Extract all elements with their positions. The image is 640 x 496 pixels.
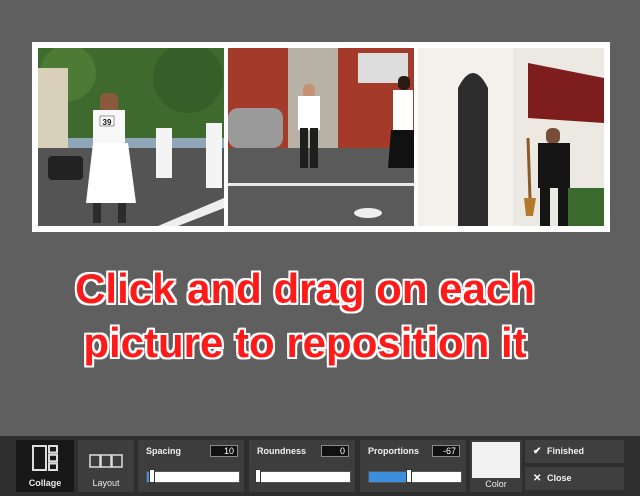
spacing-value-field[interactable]: 10 <box>210 445 238 457</box>
roundness-slider-thumb[interactable] <box>255 469 261 483</box>
proportions-control: Proportions -67 <box>360 440 466 492</box>
proportions-slider[interactable] <box>368 469 462 483</box>
collage-toolbar: Collage Layout Spacing 10 Roundness 0 Pr… <box>0 436 640 496</box>
finished-button[interactable]: ✔ Finished <box>525 440 624 463</box>
close-button[interactable]: ✕ Close <box>525 467 624 490</box>
layout-button-label: Layout <box>92 478 120 488</box>
spacing-slider-thumb[interactable] <box>148 469 155 483</box>
layout-button[interactable]: Layout <box>78 440 134 492</box>
roundness-control: Roundness 0 <box>249 440 355 492</box>
close-icon: ✕ <box>533 473 542 484</box>
photo-man-with-broom-image <box>418 48 604 226</box>
finished-button-label: Finished <box>547 446 585 456</box>
collage-frame: 39 <box>32 42 610 232</box>
layout-icon <box>89 454 123 468</box>
color-swatch <box>472 442 520 478</box>
color-button[interactable]: Color <box>470 440 522 492</box>
instruction-line-1: Click and drag on each <box>75 265 535 312</box>
spacing-slider[interactable] <box>146 469 240 483</box>
spacing-label: Spacing <box>146 446 182 456</box>
photo-street-couple-image <box>228 48 414 226</box>
check-icon: ✔ <box>533 446 542 457</box>
color-button-label: Color <box>485 479 507 489</box>
spacing-control: Spacing 10 <box>138 440 244 492</box>
photo-waiters-race-image: 39 <box>38 48 224 226</box>
proportions-slider-thumb[interactable] <box>405 469 412 483</box>
proportions-value-field[interactable]: -67 <box>432 445 460 457</box>
close-button-label: Close <box>547 473 572 483</box>
race-bib-number: 39 <box>103 118 112 127</box>
roundness-value-field[interactable]: 0 <box>321 445 349 457</box>
photo-man-with-broom[interactable] <box>418 48 604 226</box>
photo-waiters-race[interactable]: 39 <box>38 48 224 226</box>
collage-button-label: Collage <box>28 478 62 488</box>
collage-icon <box>32 445 58 471</box>
photo-street-couple[interactable] <box>228 48 414 226</box>
instruction-overlay: Click and drag on each picture to reposi… <box>0 262 610 370</box>
collage-button[interactable]: Collage <box>16 440 74 492</box>
proportions-label: Proportions <box>368 446 419 456</box>
instruction-line-2: picture to reposition it <box>83 319 527 366</box>
roundness-label: Roundness <box>257 446 307 456</box>
roundness-slider[interactable] <box>255 469 351 483</box>
proportions-slider-fill <box>369 472 409 482</box>
